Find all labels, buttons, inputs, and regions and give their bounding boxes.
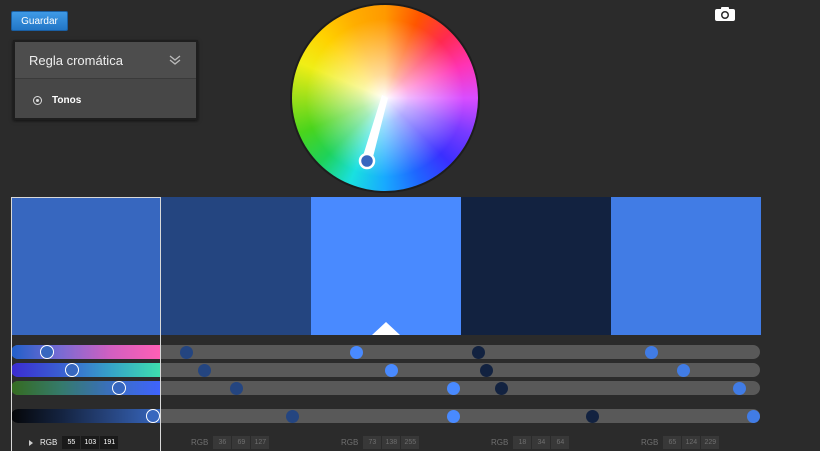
slider-track-3[interactable] xyxy=(11,381,760,395)
slider-knob[interactable] xyxy=(733,382,746,395)
save-button[interactable]: Guardar xyxy=(11,11,68,31)
camera-icon[interactable] xyxy=(714,6,736,22)
radio-icon[interactable] xyxy=(33,95,42,105)
rgb-cell-2: RGB 36 69 127 xyxy=(161,434,311,451)
rgb-label: RGB xyxy=(491,438,509,447)
slider-knob[interactable] xyxy=(447,410,460,423)
slider-knob[interactable] xyxy=(586,410,599,423)
rgb-g-value[interactable]: 103 xyxy=(81,436,100,449)
slider-knob[interactable] xyxy=(472,346,485,359)
wheel-handle-knob xyxy=(358,152,376,170)
rgb-cell-3: RGB 73 138 255 xyxy=(311,434,461,451)
slider-knob[interactable] xyxy=(112,381,126,395)
slider-knob[interactable] xyxy=(146,409,160,423)
color-rule-panel: Regla cromática Tonos xyxy=(13,40,198,120)
rgb-cell-5: RGB 65 124 229 xyxy=(611,434,761,451)
slider-knob[interactable] xyxy=(480,364,493,377)
slider-knob[interactable] xyxy=(495,382,508,395)
slider-knob[interactable] xyxy=(447,382,460,395)
slider-knob[interactable] xyxy=(230,382,243,395)
double-chevron-down-icon[interactable] xyxy=(168,53,182,67)
base-color-pointer xyxy=(372,322,400,335)
rgb-label: RGB xyxy=(40,438,58,447)
rgb-values-row: RGB 55 103 191 RGB 36 69 127 RGB 73 138 … xyxy=(11,434,761,451)
expand-triangle-icon[interactable] xyxy=(29,439,33,446)
rgb-label: RGB xyxy=(191,438,209,447)
slider-track-1[interactable] xyxy=(11,345,760,359)
rgb-r-value[interactable]: 55 xyxy=(62,436,81,449)
rgb-cell-4: RGB 18 34 64 xyxy=(461,434,611,451)
slider-knob[interactable] xyxy=(180,346,193,359)
swatch-4[interactable] xyxy=(461,197,611,335)
rgb-cell-1: RGB 55 103 191 xyxy=(11,434,161,451)
rgb-label: RGB xyxy=(341,438,359,447)
rgb-b-value[interactable]: 64 xyxy=(551,436,570,449)
slider-track-2[interactable] xyxy=(11,363,760,377)
color-rule-dropdown[interactable]: Regla cromática xyxy=(15,42,196,79)
slider-knob[interactable] xyxy=(747,410,760,423)
rgb-b-value[interactable]: 191 xyxy=(100,436,119,449)
rgb-b-value[interactable]: 255 xyxy=(401,436,420,449)
swatch-5[interactable] xyxy=(611,197,761,335)
swatch-1[interactable] xyxy=(11,197,161,335)
rule-option-label: Tonos xyxy=(52,94,82,106)
swatch-2[interactable] xyxy=(161,197,311,335)
slider-knob[interactable] xyxy=(385,364,398,377)
rgb-g-value[interactable]: 124 xyxy=(682,436,701,449)
rgb-g-value[interactable]: 138 xyxy=(382,436,401,449)
rgb-label: RGB xyxy=(641,438,659,447)
rgb-r-value[interactable]: 65 xyxy=(663,436,682,449)
slider-knob[interactable] xyxy=(286,410,299,423)
color-wheel[interactable] xyxy=(290,3,480,193)
rgb-g-value[interactable]: 69 xyxy=(232,436,251,449)
rgb-r-value[interactable]: 18 xyxy=(513,436,532,449)
slider-track-brightness[interactable] xyxy=(11,409,760,423)
swatch-3[interactable] xyxy=(311,197,461,335)
rgb-b-value[interactable]: 127 xyxy=(251,436,270,449)
slider-knob[interactable] xyxy=(677,364,690,377)
rgb-r-value[interactable]: 73 xyxy=(363,436,382,449)
color-rule-title: Regla cromática xyxy=(29,52,123,68)
rule-option-tonos[interactable]: Tonos xyxy=(15,79,196,121)
swatch-strip xyxy=(11,197,761,335)
rgb-g-value[interactable]: 34 xyxy=(532,436,551,449)
wheel-handle[interactable] xyxy=(290,3,480,193)
rgb-r-value[interactable]: 36 xyxy=(213,436,232,449)
slider-knob[interactable] xyxy=(65,363,79,377)
slider-group xyxy=(11,345,761,425)
slider-knob[interactable] xyxy=(350,346,363,359)
rgb-b-value[interactable]: 229 xyxy=(701,436,720,449)
slider-knob[interactable] xyxy=(645,346,658,359)
slider-knob[interactable] xyxy=(40,345,54,359)
slider-knob[interactable] xyxy=(198,364,211,377)
